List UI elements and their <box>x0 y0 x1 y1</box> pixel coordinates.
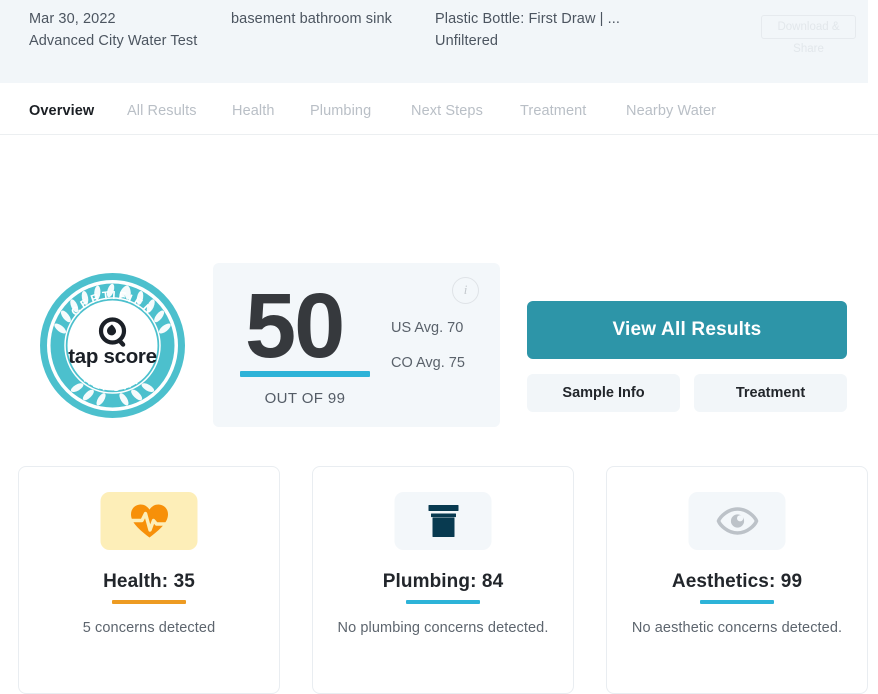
aesthetics-card-subtitle: No aesthetic concerns detected. <box>631 620 843 636</box>
eye-icon <box>688 492 786 550</box>
header-location-block: basement bathroom sink <box>231 8 392 30</box>
us-average-score: US Avg. 70 <box>391 320 464 336</box>
treatment-button[interactable]: Treatment <box>694 374 847 412</box>
plumbing-card-underline <box>406 600 480 604</box>
pipe-icon <box>394 492 492 550</box>
header-date-block: Mar 30, 2022 Advanced City Water Test <box>29 8 197 52</box>
tab-plumbing[interactable]: Plumbing <box>310 103 371 119</box>
aesthetics-card-title: Aesthetics: 99 <box>671 571 803 592</box>
info-icon[interactable]: i <box>452 277 479 304</box>
plumbing-card-subtitle: No plumbing concerns detected. <box>337 620 549 636</box>
tab-next-steps[interactable]: Next Steps <box>411 103 483 119</box>
header-sampletype-block: Plastic Bottle: First Draw | ... Unfilte… <box>435 8 620 52</box>
tab-nearby-water[interactable]: Nearby Water <box>626 103 716 119</box>
health-card-underline <box>112 600 186 604</box>
tap-score-certified-badge: CERTIFIED REPORT tap score <box>40 273 185 418</box>
report-tab-bar: Overview All Results Health Plumbing Next St… <box>0 83 878 135</box>
sample-container-type: Plastic Bottle: First Draw | ... <box>435 11 621 27</box>
state-average-score: CO Avg. 75 <box>391 355 465 371</box>
aesthetics-summary-card[interactable]: Aesthetics: 99 No aesthetic concerns det… <box>606 466 868 694</box>
health-card-title: Health: 35 <box>103 571 195 592</box>
tab-health[interactable]: Health <box>232 103 275 119</box>
view-all-results-button[interactable]: View All Results <box>527 301 847 359</box>
download-and-share-button[interactable]: Download & Share <box>761 15 856 55</box>
score-value: 50 <box>245 275 345 377</box>
health-card-subtitle: 5 concerns detected <box>82 620 216 636</box>
tab-treatment[interactable]: Treatment <box>520 103 586 119</box>
tab-all-results[interactable]: All Results <box>127 103 197 119</box>
report-content-panel: Overview All Results Health Plumbing Next St… <box>0 83 878 694</box>
test-name: Advanced City Water Test <box>29 33 198 49</box>
sample-filtration: Unfiltered <box>435 33 499 49</box>
sample-date: Mar 30, 2022 <box>29 11 116 27</box>
tab-overview[interactable]: Overview <box>29 103 94 119</box>
svg-text:tap score: tap score <box>68 345 156 368</box>
plumbing-summary-card[interactable]: Plumbing: 84 No plumbing concerns detect… <box>312 466 574 694</box>
plumbing-card-title: Plumbing: 84 <box>382 571 504 592</box>
score-underline-bar <box>240 371 370 377</box>
heart-pulse-icon <box>100 492 198 550</box>
report-header: Mar 30, 2022 Advanced City Water Test ba… <box>0 0 868 83</box>
aesthetics-card-underline <box>700 600 774 604</box>
health-summary-card[interactable]: Health: 35 5 concerns detected <box>18 466 280 694</box>
sample-info-button[interactable]: Sample Info <box>527 374 680 412</box>
score-out-of-label: OUT OF 99 <box>264 390 346 407</box>
sample-location: basement bathroom sink <box>231 11 392 27</box>
